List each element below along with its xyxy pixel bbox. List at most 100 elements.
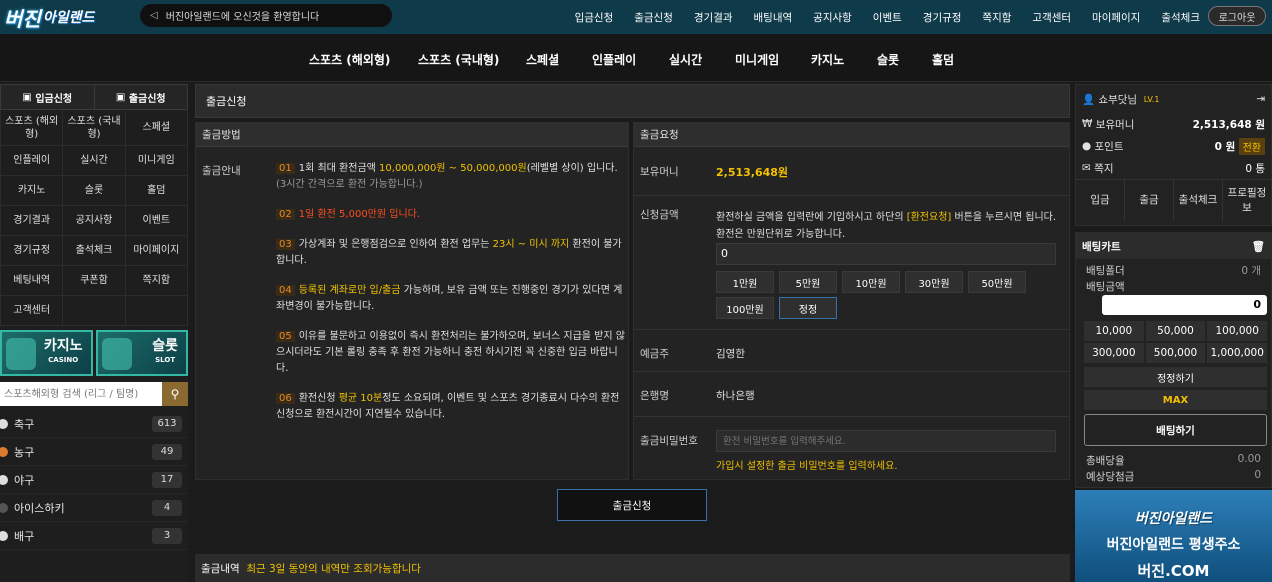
expected-value: 0: [1254, 469, 1261, 481]
bank-row: [634, 372, 1069, 417]
balance-label: 보유머니: [640, 166, 679, 178]
profile-action[interactable]: 프로필정보: [1223, 180, 1271, 221]
sport-item-basketball[interactable]: 농구 49: [0, 438, 188, 466]
topnav-support[interactable]: 고객센터: [1032, 10, 1071, 25]
casino-banner[interactable]: 카지노 CASINO: [0, 330, 93, 376]
side-menu-item[interactable]: 스포츠 (해외형): [1, 110, 64, 146]
topnav-bet-history[interactable]: 배팅내역: [754, 10, 793, 25]
note-5: 05 이유를 불문하고 이용없이 즉시 환전처리는 불가하오며, 보너스 지급을 …: [276, 331, 625, 374]
withdraw-action[interactable]: 출금: [1125, 180, 1174, 221]
side-menu-item[interactable]: 홀덤: [125, 176, 188, 206]
side-menu-item[interactable]: 인플레이: [1, 146, 64, 176]
topnav-messages[interactable]: 쪽지함: [982, 10, 1011, 25]
bet-chip-grid: 10,000 50,000 100,000 300,000 500,000 1,…: [1084, 321, 1267, 363]
bet-cart-header: 배팅카트 🗑: [1076, 233, 1271, 259]
pw-note: 가입시 설정한 출금 비밀번호를 입력하세요.: [716, 461, 898, 472]
user-actions: 입금 출금 출석체크 프로필정보: [1076, 179, 1271, 221]
slot-banner[interactable]: 슬롯 SLOT: [95, 330, 188, 376]
side-menu-item[interactable]: 쿠폰함: [63, 266, 126, 296]
note-6: 06 환전신청 평균 10분정도 소요되며, 이벤트 및 스포츠 경기종료시 다수…: [276, 393, 620, 420]
chip-100000[interactable]: 100,000: [1207, 321, 1267, 341]
side-menu-item[interactable]: 스포츠 (국내형): [63, 110, 126, 146]
trash-icon[interactable]: 🗑: [1252, 240, 1265, 253]
side-menu-item[interactable]: 미니게임: [125, 146, 188, 176]
top-bar: 버진 아일랜드 ◁ 버진아일랜드에 오신것을 환영합니다 입금신청 출금신청 경기…: [0, 0, 1272, 34]
money-row: ₩ 보유머니 2,513,648 원: [1082, 118, 1265, 131]
withdraw-submit-button[interactable]: 출금신청: [557, 489, 707, 521]
team-search-input[interactable]: [0, 382, 162, 406]
bet-amount-input[interactable]: 0: [1102, 295, 1267, 315]
logout-button[interactable]: 로그아웃: [1208, 6, 1266, 26]
topnav-results[interactable]: 경기결과: [694, 10, 733, 25]
method-title: 출금방법: [196, 123, 628, 147]
deposit-icon: ▣: [22, 91, 32, 103]
mainnav-sports-intl[interactable]: 스포츠 (해외형): [309, 51, 390, 68]
topnav-mypage[interactable]: 마이페이지: [1092, 10, 1140, 25]
site-logo[interactable]: 버진 아일랜드: [0, 0, 130, 34]
guide-notes: 01 1회 최대 환전금액 10,000,000원 ~ 50,000,000원(레…: [276, 161, 626, 437]
user-box: 👤 쇼부닷님 LV.1 ⇥ ₩ 보유머니 2,513,648 원 ● 포인트 0 원…: [1075, 84, 1272, 226]
wallet-icon: ₩: [1082, 118, 1093, 130]
topnav-attendance[interactable]: 출석체크: [1161, 10, 1200, 25]
message-row[interactable]: ✉ 쪽지 0 통: [1076, 157, 1271, 179]
mainnav-sports-domestic[interactable]: 스포츠 (국내형): [418, 51, 499, 68]
total-odds-label: 총배당율: [1086, 455, 1125, 467]
chip-500000[interactable]: 500,000: [1145, 343, 1206, 363]
address-ad-banner[interactable]: 버진아일랜드 버진아일랜드 평생주소 버진.COM: [1075, 490, 1272, 582]
side-menu-item[interactable]: 공지사항: [63, 206, 126, 236]
side-menu-item[interactable]: 경기결과: [1, 206, 64, 236]
topnav-notice[interactable]: 공지사항: [813, 10, 852, 25]
sport-item-baseball[interactable]: 야구 17: [0, 466, 188, 494]
topnav-event[interactable]: 이벤트: [873, 10, 902, 25]
side-menu-item[interactable]: 출석체크: [63, 236, 126, 266]
sport-item-volleyball[interactable]: 배구 3: [0, 522, 188, 550]
topnav-deposit[interactable]: 입금신청: [575, 10, 614, 25]
mainnav-special[interactable]: 스페셜: [526, 51, 559, 68]
bet-max-button[interactable]: MAX: [1084, 390, 1267, 410]
chip-10000[interactable]: 10,000: [1084, 321, 1144, 341]
mainnav-slot[interactable]: 슬롯: [877, 51, 899, 68]
side-menu-item[interactable]: 경기규정: [1, 236, 64, 266]
holder-row: [634, 330, 1069, 372]
method-panel: 출금방법 출금안내 01 1회 최대 환전금액 10,000,000원 ~ 50,…: [195, 122, 629, 480]
search-button[interactable]: ⚲: [162, 382, 188, 406]
slot-machine-icon: [101, 338, 132, 370]
side-menu-item[interactable]: 카지노: [1, 176, 64, 206]
chip-1000000[interactable]: 1,000,000: [1207, 343, 1267, 363]
folder-label: 배팅폴더: [1086, 265, 1125, 277]
withdraw-tab[interactable]: ▣ 출금신청: [93, 85, 188, 109]
topnav-rules[interactable]: 경기규정: [923, 10, 962, 25]
side-menu-item[interactable]: 쪽지함: [125, 266, 188, 296]
pw-label: 출금비밀번호: [640, 435, 698, 447]
total-odds-value: 0.00: [1237, 453, 1261, 465]
chip-50000[interactable]: 50,000: [1145, 321, 1206, 341]
attendance-action[interactable]: 출석체크: [1174, 180, 1223, 221]
side-menu-item[interactable]: 이벤트: [125, 206, 188, 236]
deposit-action[interactable]: 입금: [1076, 180, 1125, 221]
mainnav-casino[interactable]: 카지노: [811, 51, 844, 68]
request-panel: 출금요청 보유머니 2,513,648원 신청금액 환전하실 금액을 입력란에 …: [633, 122, 1070, 480]
side-menu-item[interactable]: 마이페이지: [125, 236, 188, 266]
sport-item-icehockey[interactable]: 아이스하키 4: [0, 494, 188, 522]
side-menu-item[interactable]: 슬롯: [63, 176, 126, 206]
topnav-withdraw[interactable]: 출금신청: [634, 10, 673, 25]
logout-icon[interactable]: ⇥: [1256, 93, 1265, 105]
side-menu-item[interactable]: 실시간: [63, 146, 126, 176]
place-bet-button[interactable]: 배팅하기: [1084, 414, 1267, 446]
deposit-tab[interactable]: ▣ 입금신청: [1, 85, 94, 109]
side-menu-item[interactable]: 스페셜: [125, 110, 188, 146]
side-menu-item[interactable]: 고객센터: [1, 296, 64, 326]
point-convert-button[interactable]: 전환: [1238, 137, 1265, 155]
mainnav-holdem[interactable]: 홀덤: [932, 51, 954, 68]
left-sidebar: ▣ 입금신청 ▣ 출금신청 스포츠 (해외형) 스포츠 (국내형) 스페셜 인플…: [0, 84, 188, 582]
game-banners: 카지노 CASINO 슬롯 SLOT: [0, 326, 188, 380]
sport-item-soccer[interactable]: 축구 613: [0, 410, 188, 438]
side-menu-item[interactable]: 베팅내역: [1, 266, 64, 296]
bet-reset-button[interactable]: 정정하기: [1084, 367, 1267, 387]
mail-icon: ✉: [1082, 162, 1091, 174]
withdraw-password-input[interactable]: [716, 430, 1056, 452]
mainnav-minigame[interactable]: 미니게임: [735, 51, 779, 68]
mainnav-inplay[interactable]: 인플레이: [592, 51, 636, 68]
mainnav-live[interactable]: 실시간: [669, 51, 702, 68]
chip-300000[interactable]: 300,000: [1084, 343, 1144, 363]
